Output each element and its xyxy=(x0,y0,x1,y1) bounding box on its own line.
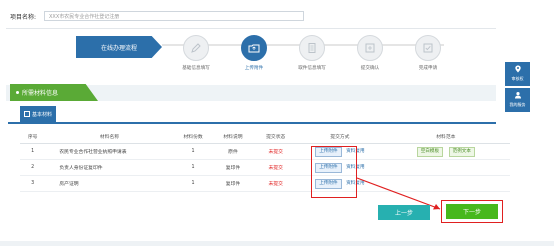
bottom-bar xyxy=(0,241,554,246)
next-step-button[interactable]: 下一步 xyxy=(446,204,498,219)
previous-step-button[interactable]: 上一步 xyxy=(378,205,430,220)
location-pin-icon xyxy=(514,65,521,73)
sidebar-label: 我的服务 xyxy=(509,102,526,107)
user-icon xyxy=(514,92,521,99)
sidebar-guide[interactable]: 审核权 xyxy=(505,62,530,86)
page: 项目名称: XXX市农民专业合作社登记注册 在线办理流程 基础信息填写 上传附件… xyxy=(0,0,554,246)
sidebar-service[interactable]: 我的服务 xyxy=(505,88,530,112)
sidebar-label: 审核权 xyxy=(511,76,524,81)
